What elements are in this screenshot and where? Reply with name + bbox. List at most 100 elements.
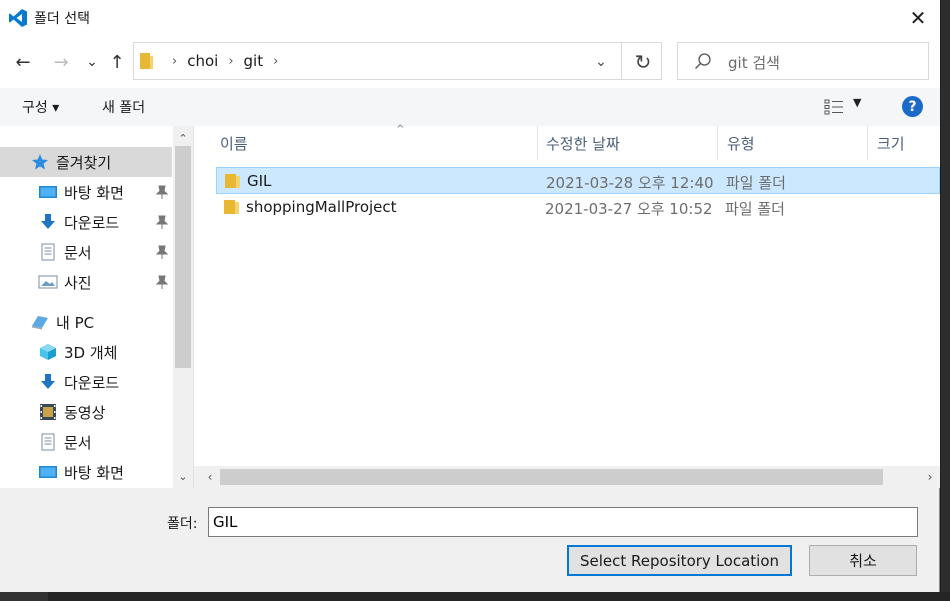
up-arrow-icon: ↑ [109,51,125,73]
column-header-label: 수정한 날짜 [546,134,620,153]
background-editor-strip [0,592,950,601]
divider [621,43,622,79]
background-editor-edge [941,0,950,592]
refresh-icon: ↻ [634,50,652,74]
sidebar-item-this-pc[interactable]: 내 PC [0,307,172,337]
file-date: 2021-03-27 오후 10:52 [545,200,713,218]
column-header-date[interactable]: 수정한 날짜 [538,126,718,160]
folder-field-label: 폴더: [167,516,198,532]
back-button[interactable]: ← [11,50,35,74]
sidebar-scrollbar[interactable]: ⌃ ⌄ [173,126,193,488]
sidebar-item-videos[interactable]: 동영상 [0,397,172,427]
chevron-left-icon: ‹ [207,470,213,484]
scrollbar-thumb[interactable] [220,469,883,485]
address-dropdown-button[interactable]: ⌄ [591,52,611,72]
download-icon [38,213,58,231]
sidebar-item-label: 사진 [64,273,92,292]
sidebar-item-documents[interactable]: 문서 [0,427,172,457]
sidebar-item-favorites[interactable]: 즐겨찾기 [0,147,172,177]
navigation-bar: ← → ⌄ ↑ › choi › git › ⌄ ↻ git 검색 [0,36,940,88]
close-button[interactable]: ✕ [904,4,932,32]
file-row[interactable]: GIL 2021-03-28 오후 12:40 파일 폴더 [216,167,940,194]
chevron-up-icon: ⌃ [178,131,188,145]
organize-menu-button[interactable]: 구성 ▾ [22,97,59,117]
sidebar-item-downloads[interactable]: 다운로드 [0,207,172,237]
chevron-down-icon: ⌄ [595,54,607,70]
window-title: 폴더 선택 [34,11,90,27]
sidebar-item-label: 문서 [64,433,92,452]
help-icon: ? [908,98,917,115]
sidebar-item-downloads[interactable]: 다운로드 [0,367,172,397]
close-icon: ✕ [909,6,927,30]
breadcrumb-separator[interactable]: › [273,54,278,69]
desktop-icon [38,463,58,481]
file-type: 파일 폴더 [725,200,785,218]
new-folder-button[interactable]: 새 폴더 [102,97,145,117]
column-header-label: 이름 [220,134,248,153]
sort-ascending-icon: ^ [396,124,405,135]
column-header-size[interactable]: 크기 [868,126,940,160]
sidebar-item-label: 내 PC [56,313,95,332]
up-button[interactable]: ↑ [105,50,129,74]
sidebar-item-pictures[interactable]: 사진 [0,267,172,297]
forward-button[interactable]: → [49,50,73,74]
breadcrumb: › choi › git › [162,43,288,79]
sidebar-item-label: 3D 개체 [64,343,118,362]
search-icon [695,53,711,69]
pin-icon[interactable] [156,245,168,259]
folder-name-field[interactable] [208,507,918,537]
video-icon [38,403,58,421]
sidebar-item-label: 즐겨찾기 [56,153,112,172]
title-bar: 폴더 선택 ✕ [0,0,940,36]
pin-icon[interactable] [156,185,168,199]
file-row[interactable]: shoppingMallProject 2021-03-27 오후 10:52 … [216,194,940,221]
column-header-label: 크기 [877,134,905,153]
download-icon [38,373,58,391]
column-header-type[interactable]: 유형 [718,126,868,160]
sidebar-item-label: 다운로드 [64,213,120,232]
pictures-icon [38,273,58,291]
sidebar-item-documents[interactable]: 문서 [0,237,172,267]
star-icon [30,153,50,171]
chevron-down-icon: ⌄ [178,469,188,483]
breadcrumb-separator[interactable]: › [228,54,233,69]
pin-icon[interactable] [156,215,168,229]
address-bar[interactable]: › choi › git › ⌄ ↻ [133,42,662,80]
desktop-icon [38,183,58,201]
file-type: 파일 폴더 [726,174,786,192]
breadcrumb-item-git[interactable]: git [244,52,264,70]
recent-locations-button[interactable]: ⌄ [80,50,104,74]
sidebar-item-3d-objects[interactable]: 3D 개체 [0,337,172,367]
breadcrumb-separator[interactable]: › [172,54,177,69]
sidebar-item-label: 동영상 [64,403,106,422]
breadcrumb-item-choi[interactable]: choi [187,52,218,70]
file-name: GIL [247,172,272,190]
pin-icon[interactable] [156,275,168,289]
back-arrow-icon: ← [15,51,31,73]
folder-icon [140,53,153,69]
scroll-right-button[interactable]: › [920,466,940,488]
view-options-icon[interactable] [824,98,844,116]
scroll-down-button[interactable]: ⌄ [173,466,193,486]
file-name: shoppingMallProject [246,198,397,216]
view-dropdown-button[interactable]: ▼ [853,96,861,109]
scroll-left-button[interactable]: ‹ [200,466,220,488]
document-icon [38,433,58,451]
background-tab [0,592,48,601]
command-bar: 구성 ▾ 새 폴더 ▼ ? [0,88,940,126]
cancel-button[interactable]: 취소 [809,545,917,576]
refresh-button[interactable]: ↻ [630,49,656,75]
scrollbar-thumb[interactable] [175,146,191,368]
vscode-icon [9,9,27,27]
file-list-horizontal-scrollbar[interactable]: ‹ › [194,466,940,488]
select-repository-location-button[interactable]: Select Repository Location [567,545,792,576]
3d-objects-icon [38,343,58,361]
sidebar-item-desktop[interactable]: 바탕 화면 [0,177,172,207]
sidebar-item-label: 바탕 화면 [64,183,124,202]
help-button[interactable]: ? [902,96,923,117]
sidebar-item-desktop[interactable]: 바탕 화면 [0,457,172,487]
scroll-up-button[interactable]: ⌃ [173,128,193,148]
column-header-name[interactable]: ^ 이름 [220,124,538,160]
search-input[interactable]: git 검색 [677,42,929,80]
file-date: 2021-03-28 오후 12:40 [546,174,714,192]
